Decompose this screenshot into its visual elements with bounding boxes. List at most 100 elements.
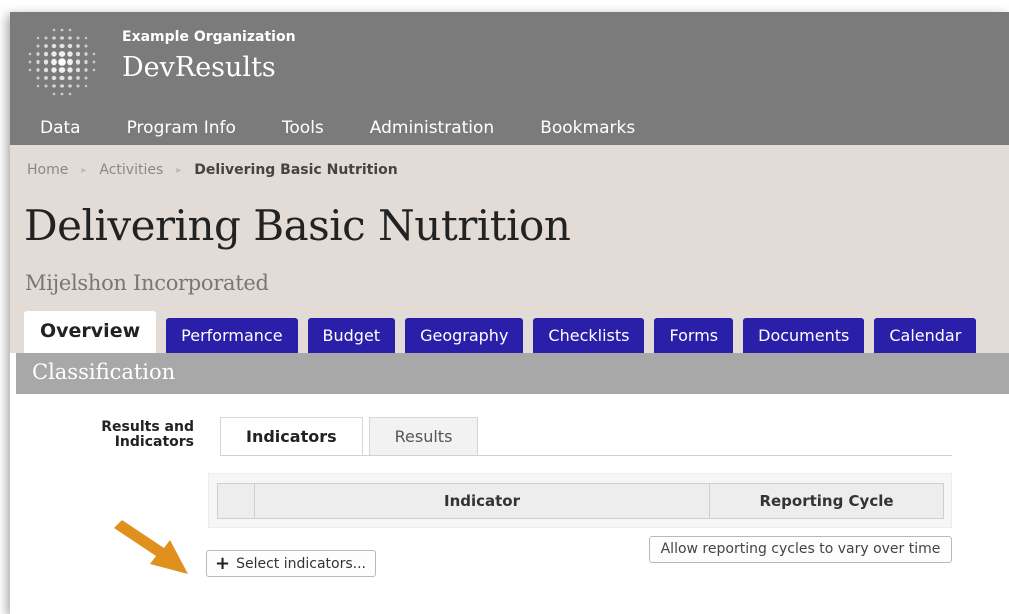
logo-dot [59,36,65,40]
table-header-row: Indicator Reporting Cycle [217,483,944,519]
breadcrumb-home[interactable]: Home [27,162,68,178]
globe-dots-icon[interactable] [24,24,100,100]
logo-dot [59,43,65,49]
logo-dot [36,52,40,56]
logo-dot [36,68,40,72]
logo-dot [59,75,65,81]
logo-dot [44,84,48,88]
breadcrumb: Home ▸ Activities ▸ Delivering Basic Nut… [27,162,398,178]
logo-dot [51,58,57,66]
breadcrumb-current: Delivering Basic Nutrition [194,162,398,178]
subtab-indicators[interactable]: Indicators [220,417,363,456]
logo-dot [44,76,48,80]
logo-dot [92,60,96,64]
subtab-divider [220,455,952,456]
table-header-indicator[interactable]: Indicator [254,483,710,519]
nav-item-tools[interactable]: Tools [282,111,324,145]
logo-dot [75,67,81,73]
results-indicators-label: Results and Indicators [101,419,194,450]
select-indicators-button[interactable]: + Select indicators... [206,550,376,577]
logo-dot [58,58,66,66]
tab-forms[interactable]: Forms [654,318,734,353]
logo-dot [92,68,96,72]
triangle-right-icon: ▸ [81,164,87,176]
main-nav: Data Program Info Tools Administration B… [10,111,681,145]
logo-dot [43,59,49,65]
tab-performance[interactable]: Performance [166,318,298,353]
logo-dot [60,92,64,96]
tab-documents[interactable]: Documents [743,318,865,353]
tab-calendar[interactable]: Calendar [874,318,977,353]
logo-dot [36,59,40,65]
table-header-blank [217,483,255,519]
logo-dot [84,68,88,72]
logo-dot [52,36,56,40]
tab-geography[interactable]: Geography [405,318,524,353]
logo-dot [84,59,88,65]
breadcrumb-activities[interactable]: Activities [99,162,163,178]
table-header-reporting-cycle[interactable]: Reporting Cycle [709,483,944,519]
tab-checklists[interactable]: Checklists [533,318,645,353]
logo-dot [84,36,88,40]
page-subtitle: Mijelshon Incorporated [25,271,269,295]
logo-dot [59,84,65,88]
logo-dot [67,67,73,73]
tab-overview[interactable]: Overview [24,311,157,353]
logo-dot [44,36,48,40]
logo-dot [67,58,73,66]
arrow-icon [114,520,188,574]
logo-dot [51,51,57,57]
logo-dot [76,84,80,88]
logo-dot [84,52,88,56]
indicator-table: Indicator Reporting Cycle [217,483,944,519]
logo-dot [75,59,81,65]
logo-dot [67,51,73,57]
indicator-table-container: Indicator Reporting Cycle [208,473,952,528]
logo-dot [28,68,32,72]
nav-item-administration[interactable]: Administration [370,111,494,145]
activity-tabs: Overview Performance Budget Geography Ch… [24,299,986,353]
logo-dot [36,84,40,88]
logo-dot [51,67,57,73]
logo-dot [60,28,64,32]
logo-dot [52,92,56,96]
logo-dot [44,44,48,48]
logo-dot [43,51,49,57]
logo-dot [76,44,80,48]
logo-dot [76,76,80,80]
plus-icon: + [215,552,231,574]
logo-dot [67,75,73,81]
nav-item-data[interactable]: Data [40,111,81,145]
organization-name: Example Organization [122,29,296,45]
page-header: Home ▸ Activities ▸ Delivering Basic Nut… [10,145,1009,353]
nav-item-bookmarks[interactable]: Bookmarks [540,111,635,145]
section-header: Classification [16,353,1009,394]
allow-vary-reporting-cycles-button[interactable]: Allow reporting cycles to vary over time [649,536,952,563]
logo-dot [58,51,66,57]
logo-dot [52,28,56,32]
logo-dot [36,44,40,48]
section-title: Classification [32,360,176,384]
logo-dot [51,75,57,81]
logo-dot [28,60,32,64]
logo-dot [52,84,56,88]
tab-budget[interactable]: Budget [307,318,396,353]
page-title: Delivering Basic Nutrition [24,201,571,250]
logo-dot [84,84,88,88]
app-name[interactable]: DevResults [122,52,276,83]
logo-dot [68,92,72,96]
logo-dot [36,76,40,80]
logo-dot [84,44,88,48]
logo-dot [43,67,49,73]
triangle-right-icon: ▸ [176,164,182,176]
logo-dot [28,52,32,56]
select-indicators-label: Select indicators... [236,555,367,572]
logo-dot [68,28,72,32]
logo-dot [84,76,88,80]
indicator-subtabs: Indicators Results [220,417,484,456]
logo-dot [76,36,80,40]
logo-dot [51,43,57,49]
subtab-results[interactable]: Results [368,417,479,455]
nav-item-program-info[interactable]: Program Info [127,111,236,145]
logo-dot [68,36,72,40]
